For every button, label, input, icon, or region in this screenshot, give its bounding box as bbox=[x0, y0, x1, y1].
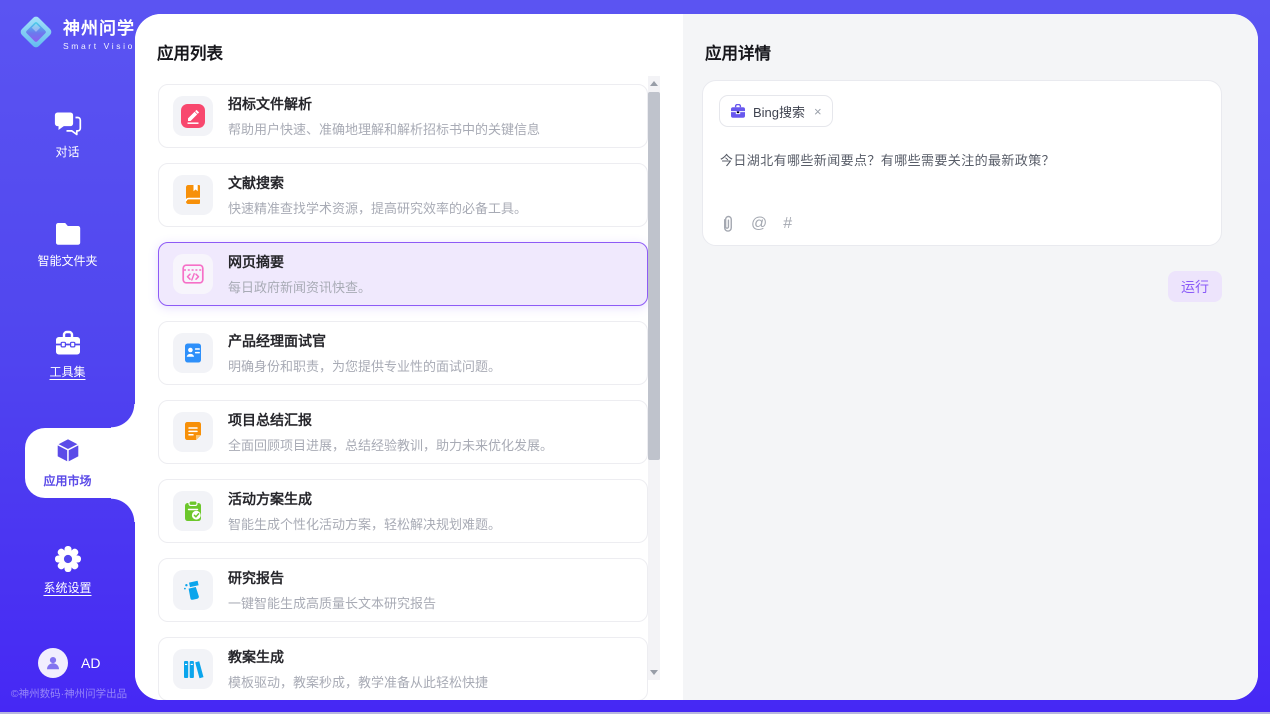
scroll-up-icon[interactable] bbox=[650, 81, 658, 86]
app-card-project-summary[interactable]: 项目总结汇报 全面回顾项目进展，总结经验教训，助力未来优化发展。 bbox=[158, 400, 648, 464]
user-account[interactable]: AD bbox=[38, 648, 100, 678]
sidebar-item-label: 对话 bbox=[0, 143, 135, 160]
app-card-desc: 每日政府新闻资讯快查。 bbox=[228, 277, 371, 296]
sidebar-item-label: 系统设置 bbox=[0, 579, 135, 596]
app-card-name: 文献搜索 bbox=[228, 173, 527, 193]
app-card-desc: 模板驱动，教案秒成，教学准备从此轻松快捷 bbox=[228, 672, 488, 691]
app-card-name: 研究报告 bbox=[228, 568, 436, 588]
diamond-logo-icon bbox=[17, 13, 55, 51]
sidebar-item-app-market[interactable]: 应用市场 bbox=[0, 436, 135, 489]
app-list-title: 应用列表 bbox=[157, 40, 223, 64]
app-card-name: 产品经理面试官 bbox=[228, 331, 501, 351]
brand-logo: 神州问学 Smart Vision bbox=[17, 13, 142, 51]
tag-label: Bing搜索 bbox=[753, 102, 805, 121]
avatar bbox=[38, 648, 68, 678]
app-card-web-summary[interactable]: 网页摘要 每日政府新闻资讯快查。 bbox=[158, 242, 648, 306]
mention-icon[interactable]: @ bbox=[751, 216, 767, 232]
sidebar-item-label: 智能文件夹 bbox=[0, 252, 135, 269]
bid-document-icon bbox=[173, 96, 213, 136]
brand-subtitle: Smart Vision bbox=[63, 41, 142, 51]
sidebar-item-label: 工具集 bbox=[0, 363, 135, 380]
run-button[interactable]: 运行 bbox=[1168, 271, 1222, 302]
user-name: AD bbox=[81, 655, 100, 671]
memo-icon bbox=[173, 412, 213, 452]
app-card-lesson-plan[interactable]: 教案生成 模板驱动，教案秒成，教学准备从此轻松快捷 bbox=[158, 637, 648, 700]
web-page-icon bbox=[173, 254, 213, 294]
app-card-name: 项目总结汇报 bbox=[228, 410, 553, 430]
app-card-name: 活动方案生成 bbox=[228, 489, 501, 509]
briefcase-icon bbox=[730, 104, 746, 119]
app-card-name: 网页摘要 bbox=[228, 252, 371, 272]
gear-icon bbox=[54, 545, 82, 573]
brand-name: 神州问学 bbox=[63, 14, 142, 39]
app-detail-title: 应用详情 bbox=[705, 40, 771, 64]
app-card-desc: 全面回顾项目进展，总结经验教训，助力未来优化发展。 bbox=[228, 435, 553, 454]
query-text[interactable]: 今日湖北有哪些新闻要点？有哪些需要关注的最新政策？ bbox=[720, 151, 1200, 170]
toolbox-icon bbox=[54, 330, 82, 357]
chat-icon bbox=[54, 110, 82, 137]
person-icon bbox=[45, 655, 61, 671]
copyright-text: ©神州数码·神州问学出品 bbox=[0, 686, 138, 701]
interviewer-icon bbox=[173, 333, 213, 373]
paperclip-icon[interactable] bbox=[720, 215, 735, 233]
folder-icon bbox=[54, 222, 82, 246]
ink-bottle-icon bbox=[173, 570, 213, 610]
main-panel: 应用列表 招标文件解析 帮助用户快速、准确地理解和解析招标书中的关键信息 bbox=[135, 14, 1258, 700]
sidebar-item-chat[interactable]: 对话 bbox=[0, 110, 135, 160]
sidebar-item-settings[interactable]: 系统设置 bbox=[0, 545, 135, 596]
app-card-name: 招标文件解析 bbox=[228, 94, 540, 114]
scroll-down-icon[interactable] bbox=[650, 670, 658, 675]
app-card-desc: 明确身份和职责，为您提供专业性的面试问题。 bbox=[228, 356, 501, 375]
app-card-bid-doc-analysis[interactable]: 招标文件解析 帮助用户快速、准确地理解和解析招标书中的关键信息 bbox=[158, 84, 648, 148]
books-icon bbox=[173, 649, 213, 689]
clipboard-check-icon bbox=[173, 491, 213, 531]
scrollbar[interactable] bbox=[648, 76, 660, 680]
app-card-desc: 帮助用户快速、准确地理解和解析招标书中的关键信息 bbox=[228, 119, 540, 138]
tab-curve-top bbox=[111, 404, 135, 428]
app-card-list: 招标文件解析 帮助用户快速、准确地理解和解析招标书中的关键信息 文献搜索 bbox=[158, 84, 648, 700]
app-card-pm-interviewer[interactable]: 产品经理面试官 明确身份和职责，为您提供专业性的面试问题。 bbox=[158, 321, 648, 385]
app-card-research-report[interactable]: 研究报告 一键智能生成高质量长文本研究报告 bbox=[158, 558, 648, 622]
bing-search-tag[interactable]: Bing搜索 × bbox=[719, 95, 833, 127]
app-window: 神州问学 Smart Vision 对话 智能文件夹 工具集 bbox=[0, 0, 1270, 714]
app-card-desc: 智能生成个性化活动方案，轻松解决规划难题。 bbox=[228, 514, 501, 533]
tab-curve-bottom bbox=[111, 498, 135, 522]
app-card-desc: 快速精准查找学术资源，提高研究效率的必备工具。 bbox=[228, 198, 527, 217]
sidebar-item-label: 应用市场 bbox=[0, 472, 135, 489]
app-card-name: 教案生成 bbox=[228, 647, 488, 667]
sidebar-item-smart-folder[interactable]: 智能文件夹 bbox=[0, 222, 135, 269]
app-card-activity-plan[interactable]: 活动方案生成 智能生成个性化活动方案，轻松解决规划难题。 bbox=[158, 479, 648, 543]
book-icon bbox=[173, 175, 213, 215]
tag-close-icon[interactable]: × bbox=[814, 104, 822, 119]
app-list-pane: 应用列表 招标文件解析 帮助用户快速、准确地理解和解析招标书中的关键信息 bbox=[135, 14, 683, 700]
app-detail-pane: 应用详情 Bing搜索 × 今日湖北有哪些新闻要点？有哪些需要关注的最新政策？ bbox=[683, 14, 1258, 700]
query-input-card[interactable]: Bing搜索 × 今日湖北有哪些新闻要点？有哪些需要关注的最新政策？ @ # bbox=[702, 80, 1222, 246]
cube-icon bbox=[53, 436, 83, 466]
scrollbar-thumb[interactable] bbox=[648, 92, 660, 460]
app-card-desc: 一键智能生成高质量长文本研究报告 bbox=[228, 593, 436, 612]
hash-icon[interactable]: # bbox=[783, 216, 792, 232]
app-card-literature-search[interactable]: 文献搜索 快速精准查找学术资源，提高研究效率的必备工具。 bbox=[158, 163, 648, 227]
sidebar-item-toolset[interactable]: 工具集 bbox=[0, 330, 135, 380]
input-toolbar: @ # bbox=[720, 215, 792, 233]
